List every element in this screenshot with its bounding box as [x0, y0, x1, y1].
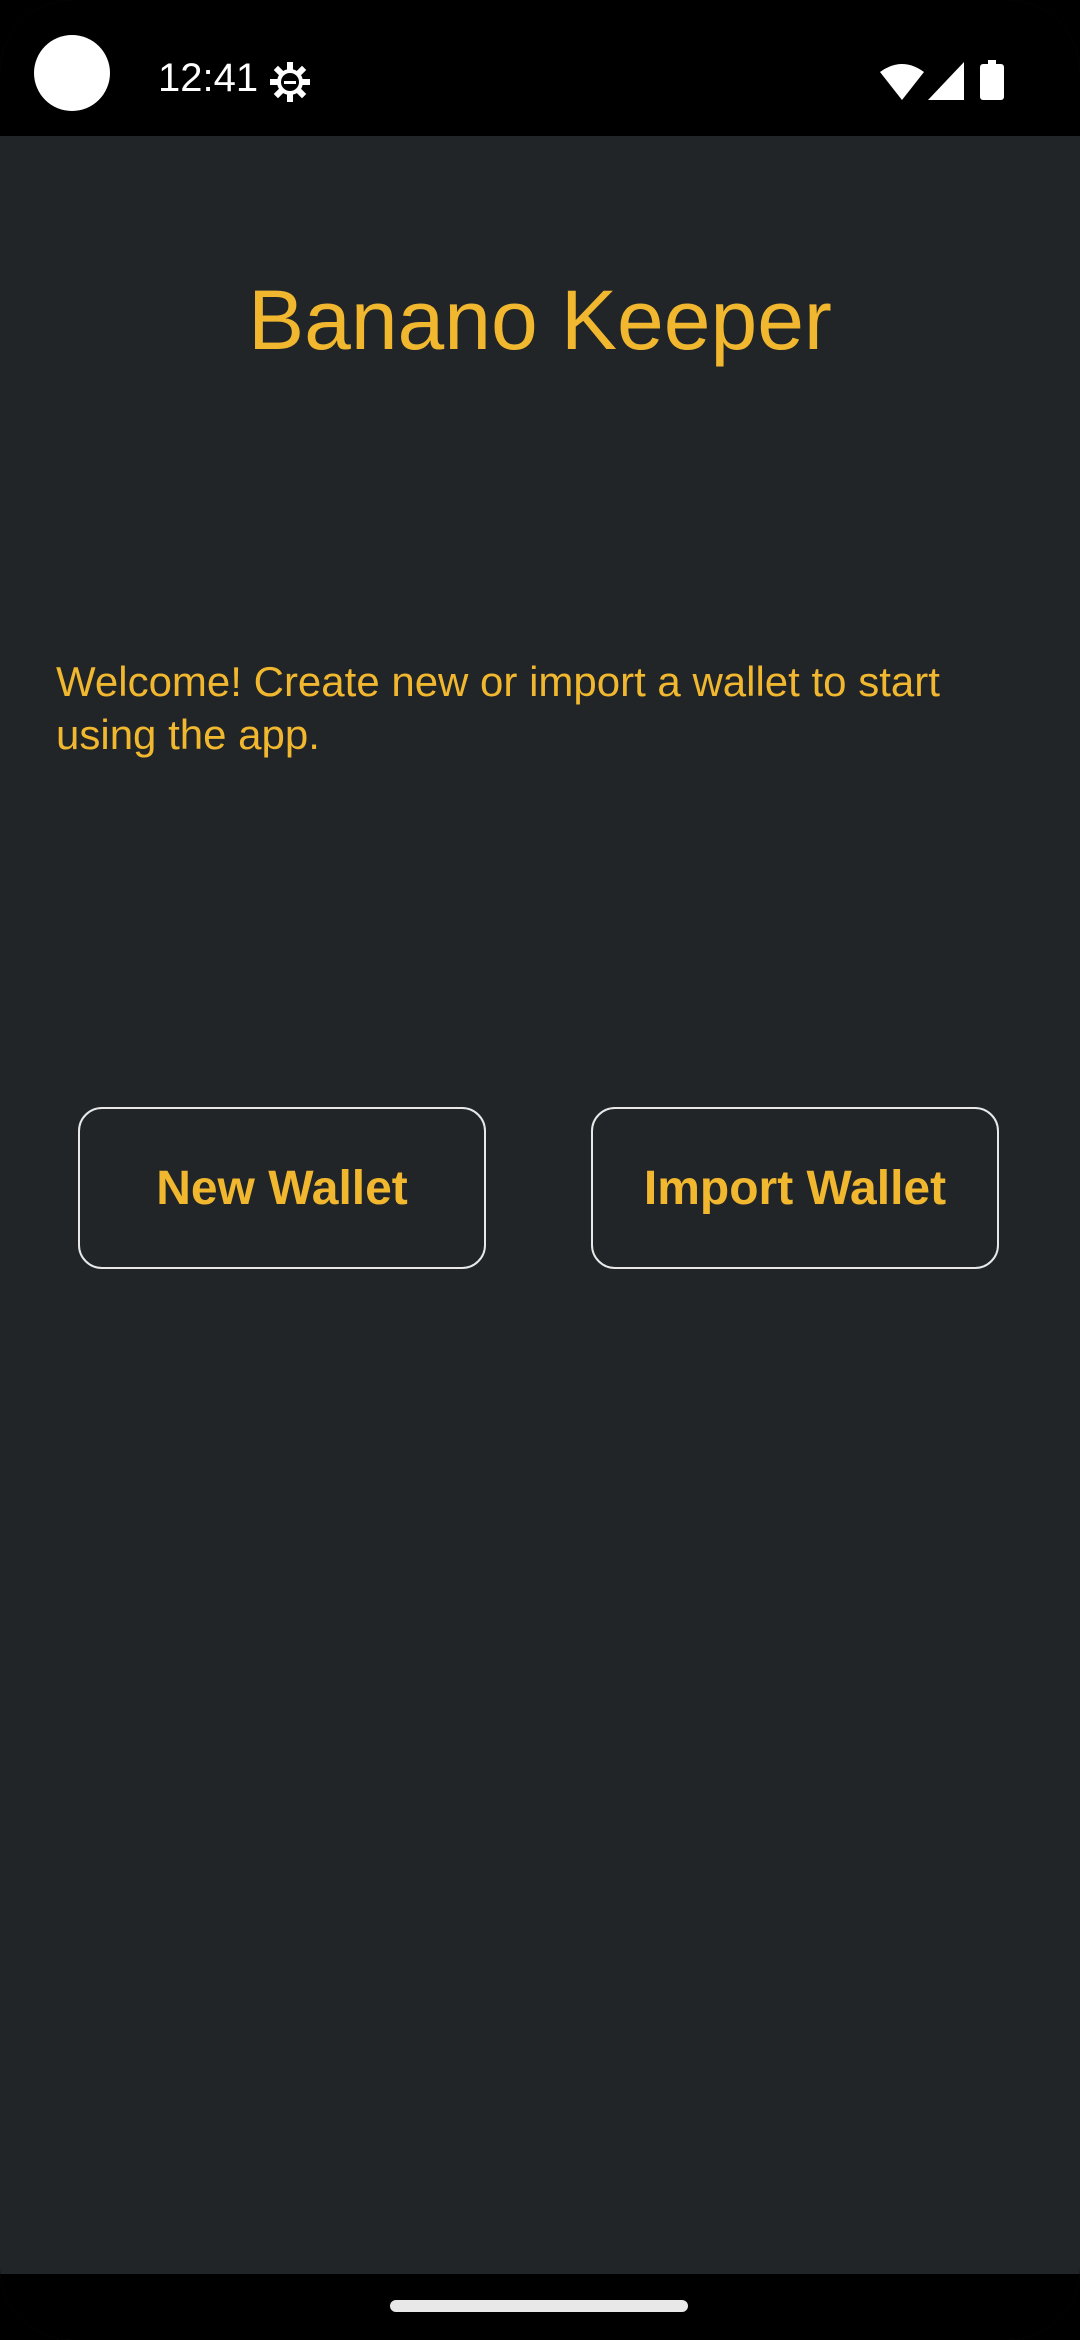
status-time: 12:41	[158, 56, 259, 100]
gear-icon	[270, 62, 310, 102]
camera-cutout	[34, 35, 110, 111]
app-title: Banano Keeper	[248, 273, 832, 367]
signal-icon	[928, 62, 964, 100]
import-wallet-button[interactable]: Import Wallet	[591, 1107, 999, 1269]
home-gesture-handle[interactable]	[390, 2300, 688, 2312]
status-bar: 12:41	[0, 0, 1080, 136]
new-wallet-button[interactable]: New Wallet	[78, 1107, 486, 1269]
wifi-icon	[880, 64, 924, 100]
battery-icon	[980, 60, 1004, 100]
app-screen: 12:41 Banano Keeper Welcome! Create new …	[0, 0, 1080, 2340]
welcome-message: Welcome! Create new or import a wallet t…	[56, 658, 940, 758]
